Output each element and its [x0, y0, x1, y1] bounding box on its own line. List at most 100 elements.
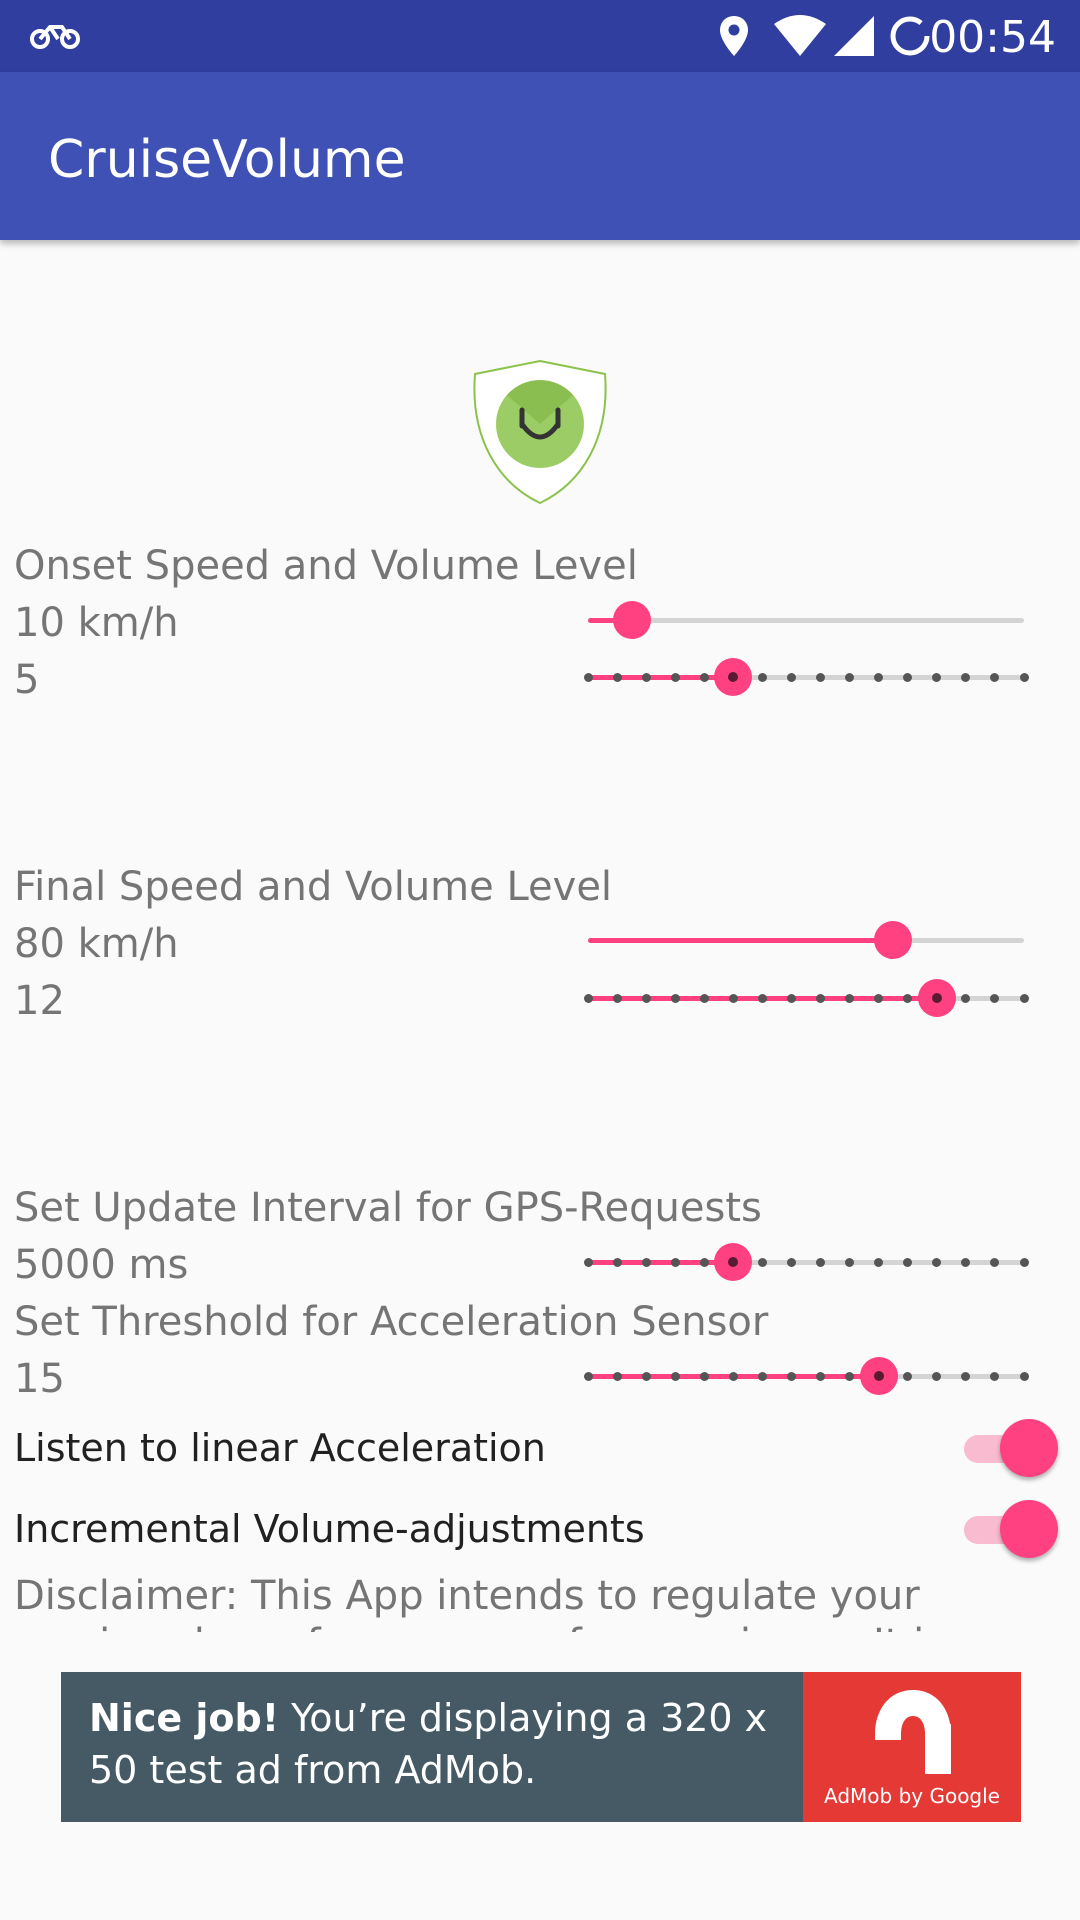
- slider-tick: [786, 1372, 796, 1381]
- slider-tick: [874, 1258, 884, 1267]
- slider-tick: [757, 673, 767, 682]
- slider-tick: [816, 1258, 826, 1267]
- location-icon: [720, 16, 748, 56]
- incremental-volume-switch[interactable]: [962, 1497, 1058, 1558]
- slider-tick: [1019, 1258, 1029, 1267]
- slider-tick: [816, 673, 826, 682]
- incremental-volume-label: Incremental Volume-adjustments: [14, 1507, 645, 1551]
- slider-thumb[interactable]: [917, 979, 956, 1017]
- slider-tick: [728, 1372, 738, 1381]
- slider-tick: [990, 1258, 1000, 1267]
- slider-tick: [961, 994, 971, 1003]
- final-volume-label: 12: [14, 978, 65, 1024]
- status-time: 00:54: [929, 12, 1056, 63]
- slider-tick: [845, 1258, 855, 1267]
- switch-thumb: [1000, 1500, 1058, 1558]
- final-volume-slider[interactable]: [583, 978, 1029, 1018]
- switch-thumb: [1000, 1419, 1058, 1477]
- slider-tick: [1019, 994, 1029, 1003]
- slider-fill: [588, 675, 734, 680]
- slider-tick: [583, 1372, 593, 1381]
- slider-tick: [845, 1372, 855, 1381]
- slider-tick: [903, 673, 913, 682]
- slider-tick: [699, 1372, 709, 1381]
- slider-tick: [699, 994, 709, 1003]
- slider-tick: [786, 1258, 796, 1267]
- final-title: Final Speed and Volume Level: [14, 864, 613, 910]
- linear-acceleration-switch[interactable]: [962, 1416, 1058, 1477]
- slider-tick: [932, 1258, 942, 1267]
- slider-tick: [961, 673, 971, 682]
- slider-tick: [699, 673, 709, 682]
- slider-tick: [670, 673, 680, 682]
- slider-tick: [845, 673, 855, 682]
- slider-tick: [903, 994, 913, 1003]
- status-bar: 00:54: [0, 0, 1080, 72]
- slider-thumb[interactable]: [874, 921, 913, 959]
- slider-thumb[interactable]: [714, 1243, 753, 1281]
- slider-tick: [757, 1372, 767, 1381]
- onset-volume-slider[interactable]: [583, 657, 1029, 697]
- slider-thumb[interactable]: [859, 1357, 898, 1395]
- slider-tick: [612, 1258, 622, 1267]
- slider-tick: [1019, 1372, 1029, 1381]
- slider-tick: [932, 673, 942, 682]
- accel-threshold-value: 15: [14, 1356, 65, 1402]
- slider-thumb[interactable]: [612, 601, 651, 639]
- accel-threshold-slider[interactable]: [583, 1356, 1029, 1396]
- wifi-icon: [774, 15, 826, 56]
- slider-tick: [612, 673, 622, 682]
- ad-headline: Nice job!: [89, 1696, 280, 1740]
- bike-icon: [30, 25, 80, 49]
- slider-tick: [961, 1372, 971, 1381]
- app-title: CruiseVolume: [48, 130, 406, 190]
- slider-tick: [699, 1258, 709, 1267]
- onset-speed-label: 10 km/h: [14, 600, 179, 646]
- sync-icon: [890, 16, 930, 56]
- final-speed-slider[interactable]: [588, 920, 1024, 960]
- disclaimer-container: Disclaimer: This App intends to regulate…: [0, 1572, 1080, 1632]
- linear-acceleration-label: Listen to linear Acceleration: [14, 1426, 546, 1470]
- slider-tick: [583, 673, 593, 682]
- accel-threshold-title: Set Threshold for Acceleration Sensor: [14, 1299, 769, 1345]
- slider-tick: [612, 994, 622, 1003]
- slider-tick: [874, 994, 884, 1003]
- slider-tick: [845, 994, 855, 1003]
- gps-interval-title: Set Update Interval for GPS-Requests: [14, 1185, 762, 1231]
- onset-volume-label: 5: [14, 657, 40, 703]
- slider-tick: [583, 994, 593, 1003]
- signal-icon: [834, 16, 874, 56]
- slider-thumb-dot: [728, 672, 739, 682]
- smiley-headphone-shield-icon: [473, 359, 607, 505]
- disclaimer-text: Disclaimer: This App intends to regulate…: [14, 1573, 945, 1632]
- slider-tick: [816, 994, 826, 1003]
- final-speed-label: 80 km/h: [14, 921, 179, 967]
- slider-tick: [874, 673, 884, 682]
- slider-thumb-dot: [873, 1371, 884, 1381]
- slider-thumb-dot: [931, 993, 942, 1003]
- ad-banner[interactable]: Nice job! You’re displaying a 320 x 50 t…: [61, 1672, 1021, 1822]
- slider-thumb-dot: [728, 1257, 739, 1267]
- slider-tick: [1019, 673, 1029, 682]
- onset-title: Onset Speed and Volume Level: [14, 543, 638, 589]
- slider-tick: [728, 994, 738, 1003]
- slider-thumb[interactable]: [714, 658, 753, 696]
- slider-tick: [990, 994, 1000, 1003]
- slider-tick: [641, 1372, 651, 1381]
- slider-tick: [990, 1372, 1000, 1381]
- slider-tick: [641, 673, 651, 682]
- slider-tick: [757, 994, 767, 1003]
- slider-tick: [786, 994, 796, 1003]
- gps-interval-value: 5000 ms: [14, 1242, 189, 1288]
- slider-tick: [903, 1258, 913, 1267]
- slider-tick: [990, 673, 1000, 682]
- onset-speed-slider[interactable]: [588, 600, 1024, 640]
- slider-tick: [757, 1258, 767, 1267]
- ad-logo-caption: AdMob by Google: [824, 1784, 1000, 1808]
- slider-tick: [612, 1372, 622, 1381]
- gps-interval-slider[interactable]: [583, 1242, 1029, 1282]
- slider-tick: [961, 1258, 971, 1267]
- slider-tick: [641, 1258, 651, 1267]
- slider-tick: [583, 1258, 593, 1267]
- slider-tick: [816, 1372, 826, 1381]
